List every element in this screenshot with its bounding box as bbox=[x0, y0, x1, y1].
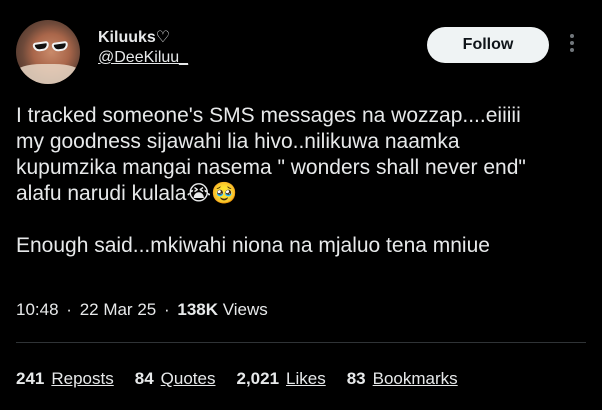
tweet-time[interactable]: 10:48 bbox=[16, 300, 59, 319]
stat-label: Reposts bbox=[51, 369, 114, 388]
stat-count: 2,021 bbox=[236, 369, 280, 388]
author-names: Kiluuks♡ @DeeKiluu_ bbox=[98, 28, 188, 68]
avatar-clothing bbox=[16, 64, 80, 84]
stat-label: Quotes bbox=[160, 369, 216, 388]
stat-label: Likes bbox=[286, 369, 326, 388]
stat-reposts[interactable]: 241 Reposts bbox=[16, 368, 114, 390]
meta-separator: · bbox=[163, 300, 170, 319]
follow-button[interactable]: Follow bbox=[427, 27, 549, 63]
views-label: Views bbox=[222, 300, 268, 319]
stat-count: 241 bbox=[16, 369, 45, 388]
more-options-icon[interactable] bbox=[568, 34, 576, 56]
author-handle[interactable]: @DeeKiluu_ bbox=[98, 48, 188, 68]
avatar-glasses-right bbox=[51, 40, 69, 53]
avatar-glasses-left bbox=[32, 40, 50, 53]
tweet-header: Kiluuks♡ @DeeKiluu_ Follow bbox=[16, 20, 586, 84]
stat-count: 84 bbox=[134, 369, 154, 388]
tweet-date[interactable]: 22 Mar 25 bbox=[80, 300, 157, 319]
stat-likes[interactable]: 2,021 Likes bbox=[236, 368, 325, 390]
author-display-name[interactable]: Kiluuks♡ bbox=[98, 28, 188, 48]
stat-label: Bookmarks bbox=[372, 369, 458, 388]
stat-quotes[interactable]: 84 Quotes bbox=[135, 368, 216, 390]
avatar[interactable] bbox=[16, 20, 80, 84]
engagement-stats: 241 Reposts 84 Quotes 2,021 Likes 83 Boo… bbox=[16, 368, 458, 390]
stat-count: 83 bbox=[346, 369, 366, 388]
tweet-text: I tracked someone's SMS messages na wozz… bbox=[16, 104, 526, 257]
tweet-meta: 10:48 · 22 Mar 25 · 138K Views bbox=[16, 299, 268, 321]
divider bbox=[16, 342, 586, 343]
stat-bookmarks[interactable]: 83 Bookmarks bbox=[347, 368, 458, 390]
views-count: 138K bbox=[177, 300, 219, 319]
meta-separator: · bbox=[66, 300, 72, 319]
